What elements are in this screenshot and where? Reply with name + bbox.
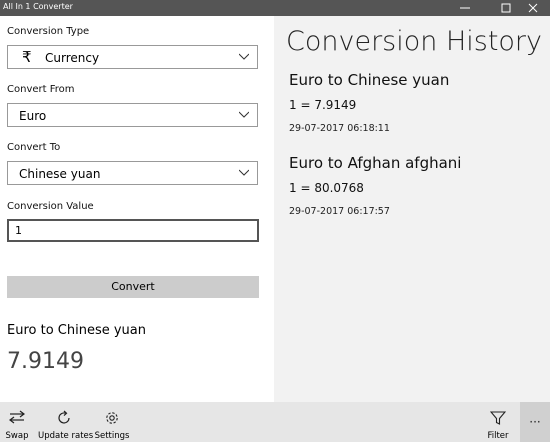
- history-item-title: Euro to Chinese yuan: [289, 71, 450, 89]
- convert-from-select[interactable]: Euro: [7, 103, 258, 127]
- chevron-down-icon: [239, 169, 249, 176]
- history-item-date: 29-07-2017 06:17:57: [289, 206, 390, 217]
- history-pane: Conversion History Euro to Chinese yuan …: [274, 16, 550, 402]
- gear-icon: [106, 412, 118, 424]
- chevron-down-icon: [239, 111, 249, 118]
- conversion-type-value: Currency: [45, 51, 100, 65]
- history-item-title: Euro to Afghan afghani: [289, 154, 462, 172]
- rupee-icon: ₹: [22, 48, 32, 66]
- swap-button[interactable]: Swap: [0, 402, 34, 442]
- settings-label: Settings: [94, 431, 130, 441]
- conversion-value-label: Conversion Value: [7, 201, 94, 212]
- minimize-icon: [460, 7, 470, 9]
- title-bar: All In 1 Converter: [0, 0, 550, 16]
- settings-button[interactable]: Settings: [94, 402, 130, 442]
- history-heading: Conversion History: [286, 26, 543, 57]
- convert-from-value: Euro: [19, 109, 47, 123]
- refresh-icon: [58, 410, 70, 424]
- conversion-type-select[interactable]: ₹ Currency: [7, 45, 258, 69]
- swap-label: Swap: [5, 431, 29, 441]
- filter-button[interactable]: Filter: [482, 402, 514, 442]
- history-item-rate: 1 = 80.0768: [289, 181, 364, 195]
- minimize-button[interactable]: [448, 0, 482, 16]
- convert-to-label: Convert To: [7, 142, 61, 153]
- conversion-value-field[interactable]: [7, 219, 259, 242]
- swap-icon: [9, 410, 25, 424]
- filter-label: Filter: [487, 431, 509, 441]
- conversion-type-label: Conversion Type: [7, 26, 90, 37]
- convert-to-select[interactable]: Chinese yuan: [7, 161, 258, 185]
- filter-icon: [490, 411, 506, 425]
- converter-pane: Conversion Type ₹ Currency Convert From …: [0, 16, 274, 402]
- more-button[interactable]: ···: [520, 402, 550, 442]
- result-value: 7.9149: [7, 349, 84, 374]
- close-button[interactable]: [516, 0, 550, 16]
- history-item-date: 29-07-2017 06:18:11: [289, 123, 390, 134]
- window-title: All In 1 Converter: [3, 2, 73, 11]
- conversion-value-input[interactable]: [15, 224, 245, 237]
- more-icon: ···: [529, 415, 541, 429]
- convert-to-value: Chinese yuan: [19, 167, 101, 181]
- app-bar: Swap Update rates Settings Filter ···: [0, 402, 550, 442]
- convert-from-label: Convert From: [7, 84, 75, 95]
- chevron-down-icon: [239, 53, 249, 60]
- update-rates-label: Update rates: [38, 431, 94, 441]
- result-title: Euro to Chinese yuan: [7, 323, 146, 338]
- convert-button[interactable]: Convert: [7, 276, 259, 298]
- maximize-icon: [501, 3, 511, 13]
- history-item-rate: 1 = 7.9149: [289, 98, 357, 112]
- update-rates-button[interactable]: Update rates: [38, 402, 94, 442]
- close-icon: [528, 3, 538, 13]
